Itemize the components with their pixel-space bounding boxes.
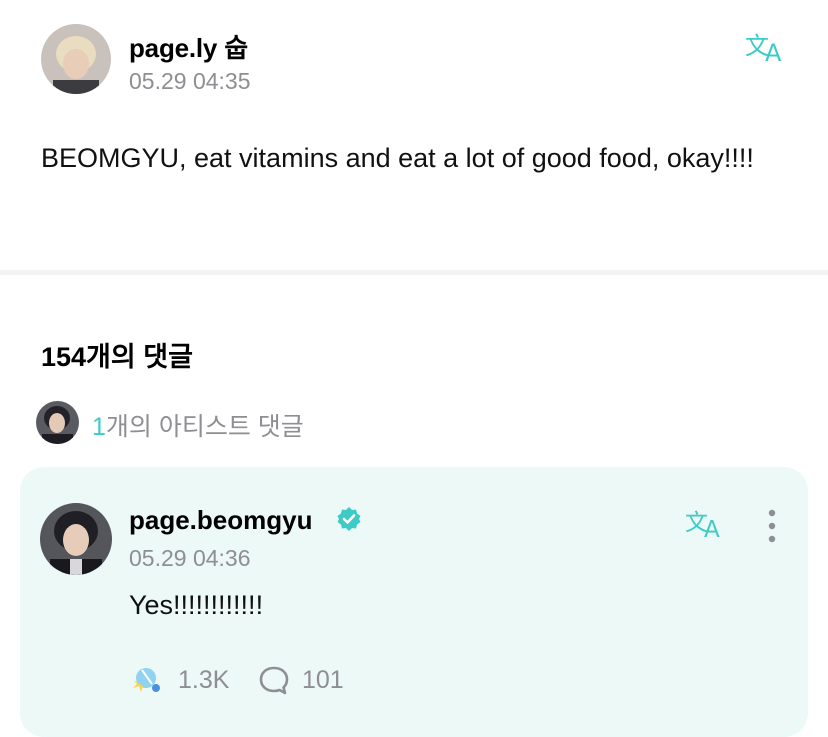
post-timestamp: 05.29 04:35 — [129, 68, 251, 94]
like-icon[interactable] — [128, 664, 164, 696]
svg-text:A: A — [704, 517, 720, 539]
post-author-name[interactable]: page.ly 숩 — [129, 28, 248, 65]
reply-icon[interactable] — [258, 665, 290, 695]
comment-timestamp: 05.29 04:36 — [129, 545, 251, 571]
comment-author-name[interactable]: page.beomgyu — [129, 505, 312, 536]
svg-text:A: A — [765, 39, 782, 64]
like-count: 1.3K — [178, 666, 230, 694]
comment-body-text: Yes!!!!!!!!!!!! — [129, 590, 264, 620]
more-vertical-icon[interactable] — [762, 508, 782, 544]
comment-author-avatar[interactable] — [40, 503, 112, 575]
comments-count-heading: 154개의 댓글 — [41, 342, 193, 372]
post-body-text: BEOMGYU, eat vitamins and eat a lot of g… — [41, 143, 754, 173]
reply-count: 101 — [302, 666, 344, 694]
verified-badge-icon — [336, 506, 362, 532]
post-author-avatar[interactable] — [41, 24, 111, 94]
translate-icon[interactable]: 文 A — [745, 30, 791, 67]
artist-comment-count: 1 — [92, 413, 106, 441]
comment-translate-icon[interactable]: 文 A — [685, 507, 729, 543]
artist-avatar[interactable] — [36, 401, 79, 444]
artist-comment-label: 개의 아티스트 댓글 — [105, 413, 304, 441]
section-divider — [0, 270, 828, 275]
artist-comments-filter[interactable]: 1개의 아티스트 댓글 — [92, 407, 304, 443]
